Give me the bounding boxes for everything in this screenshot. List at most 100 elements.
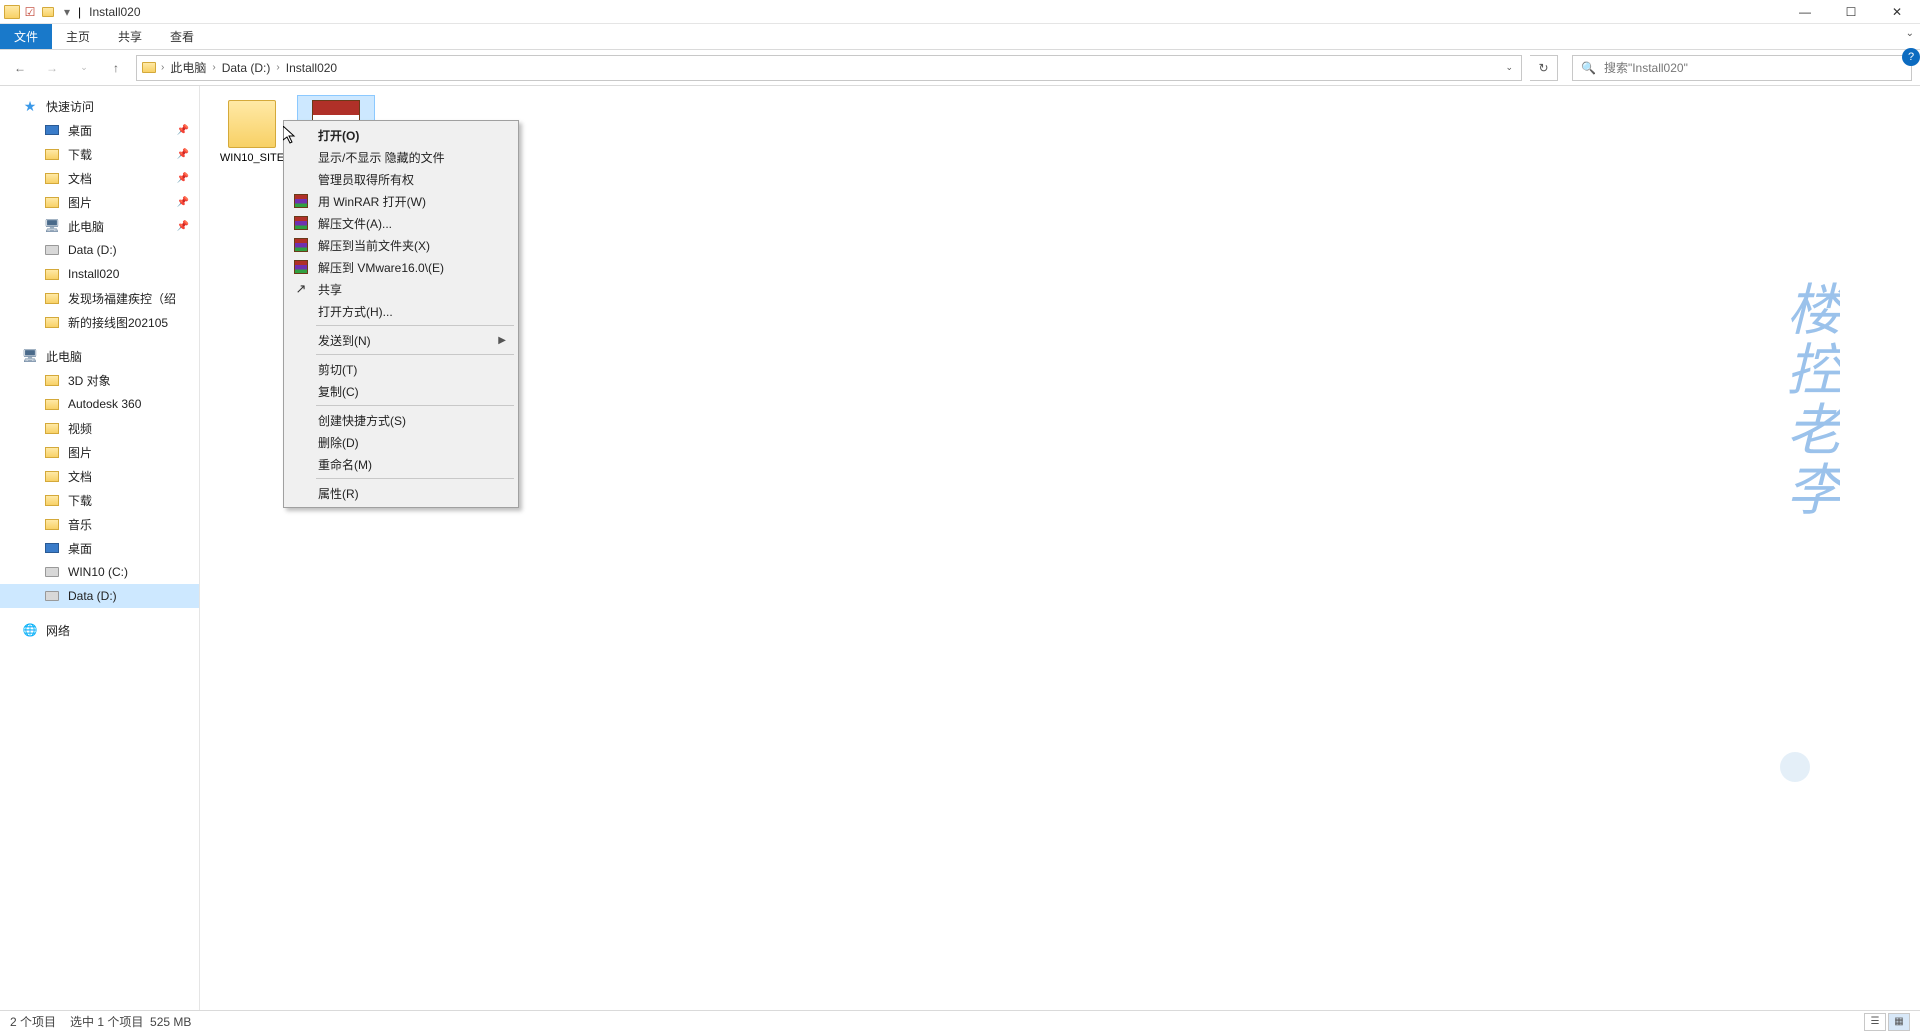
- search-input[interactable]: 🔍 搜索"Install020": [1572, 55, 1912, 81]
- menu-separator: [316, 354, 514, 355]
- tree-item-label: Install020: [68, 267, 119, 281]
- tree-item[interactable]: 图片: [0, 440, 199, 464]
- context-menu-item[interactable]: 剪切(T): [286, 358, 516, 380]
- pin-icon: 📌: [177, 173, 189, 184]
- context-menu-item[interactable]: 用 WinRAR 打开(W): [286, 190, 516, 212]
- crumb-this-pc[interactable]: 此电脑: [166, 59, 210, 76]
- tree-item[interactable]: Data (D:): [0, 238, 199, 262]
- tree-item[interactable]: 🖥 此电脑 📌: [0, 214, 199, 238]
- tree-item[interactable]: 音乐: [0, 512, 199, 536]
- search-placeholder: 搜索"Install020": [1604, 59, 1688, 76]
- minimize-button[interactable]: —: [1782, 0, 1828, 24]
- chevron-icon[interactable]: ›: [210, 62, 217, 73]
- tree-item[interactable]: 图片 📌: [0, 190, 199, 214]
- menu-item-label: 发送到(N): [318, 332, 371, 349]
- qat-dropdown-icon[interactable]: ▾: [58, 5, 76, 19]
- context-menu-item[interactable]: 打开方式(H)...: [286, 300, 516, 322]
- menu-item-label: 打开(O): [318, 127, 359, 144]
- crumb-folder[interactable]: Install020: [282, 61, 341, 75]
- ribbon-expand-icon[interactable]: ⌄: [1906, 28, 1914, 39]
- tree-item[interactable]: Autodesk 360: [0, 392, 199, 416]
- tree-item[interactable]: 下载: [0, 488, 199, 512]
- view-icons-button[interactable]: ▦: [1888, 1013, 1910, 1031]
- pin-icon: 📌: [177, 197, 189, 208]
- tree-item-icon: [44, 540, 60, 556]
- tree-item-icon: [44, 420, 60, 436]
- tree-item-label: 下载: [68, 146, 92, 163]
- context-menu-item[interactable]: 复制(C): [286, 380, 516, 402]
- tree-item[interactable]: 下载 📌: [0, 142, 199, 166]
- tree-item[interactable]: 发现场福建疾控（绍: [0, 286, 199, 310]
- address-bar[interactable]: › 此电脑 › Data (D:) › Install020 ⌄: [136, 55, 1522, 81]
- window-title: Install020: [85, 5, 140, 19]
- close-button[interactable]: ✕: [1874, 0, 1920, 24]
- crumb-drive[interactable]: Data (D:): [218, 61, 275, 75]
- view-details-button[interactable]: ☰: [1864, 1013, 1886, 1031]
- ribbon-tab-share[interactable]: 共享: [104, 24, 156, 49]
- tree-item-label: 发现场福建疾控（绍: [68, 290, 176, 307]
- context-menu-item[interactable]: 创建快捷方式(S): [286, 409, 516, 431]
- qat-app-icon[interactable]: [4, 4, 20, 20]
- chevron-icon[interactable]: ›: [274, 62, 281, 73]
- menu-item-label: 解压文件(A)...: [318, 215, 392, 232]
- tree-item-icon: [44, 242, 60, 258]
- tree-item-icon: [44, 122, 60, 138]
- tree-item-icon: [44, 396, 60, 412]
- tree-this-pc[interactable]: 🖥 此电脑: [0, 344, 199, 368]
- context-menu-item[interactable]: 管理员取得所有权: [286, 168, 516, 190]
- ribbon-tab-file[interactable]: 文件: [0, 24, 52, 49]
- chevron-icon[interactable]: ›: [159, 62, 166, 73]
- tree-item[interactable]: 新的接线图202105: [0, 310, 199, 334]
- refresh-button[interactable]: ↻: [1530, 55, 1558, 81]
- ribbon-tab-view[interactable]: 查看: [156, 24, 208, 49]
- tree-item-icon: [44, 564, 60, 580]
- nav-forward-button[interactable]: →: [40, 56, 64, 80]
- context-menu-item[interactable]: 删除(D): [286, 431, 516, 453]
- context-menu-item[interactable]: 重命名(M): [286, 453, 516, 475]
- context-menu-item[interactable]: 解压到当前文件夹(X): [286, 234, 516, 256]
- file-item[interactable]: WIN10_SITE: [214, 96, 290, 169]
- menu-item-label: 用 WinRAR 打开(W): [318, 193, 426, 210]
- help-badge-icon[interactable]: ?: [1902, 48, 1920, 66]
- menu-item-label: 复制(C): [318, 383, 359, 400]
- maximize-button[interactable]: ☐: [1828, 0, 1874, 24]
- nav-recent-dropdown[interactable]: ⌄: [72, 56, 96, 80]
- title-separator: |: [78, 5, 81, 19]
- nav-up-button[interactable]: ↑: [104, 56, 128, 80]
- context-menu-item[interactable]: 打开(O): [286, 124, 516, 146]
- nav-back-button[interactable]: ←: [8, 56, 32, 80]
- tree-item[interactable]: 3D 对象: [0, 368, 199, 392]
- tree-item-icon: [44, 290, 60, 306]
- tree-item-icon: [44, 372, 60, 388]
- context-menu-item[interactable]: 发送到(N) ▶: [286, 329, 516, 351]
- qat-new-folder-icon[interactable]: [40, 4, 56, 20]
- context-menu-item[interactable]: 解压文件(A)...: [286, 212, 516, 234]
- tree-item-icon: [44, 516, 60, 532]
- address-dropdown-icon[interactable]: ⌄: [1499, 62, 1519, 73]
- tree-item[interactable]: 视频: [0, 416, 199, 440]
- tree-item-label: 3D 对象: [68, 372, 111, 389]
- status-selected: 选中 1 个项目 525 MB: [70, 1013, 191, 1030]
- winrar-icon: [292, 193, 310, 209]
- ribbon-tab-home[interactable]: 主页: [52, 24, 104, 49]
- tree-item[interactable]: Data (D:): [0, 584, 199, 608]
- tree-item[interactable]: 文档 📌: [0, 166, 199, 190]
- pin-icon: 📌: [177, 149, 189, 160]
- tree-quick-access[interactable]: ★ 快速访问: [0, 94, 199, 118]
- context-menu-item[interactable]: 解压到 VMware16.0\(E): [286, 256, 516, 278]
- qat-properties-icon[interactable]: ☑: [22, 4, 38, 20]
- tree-item[interactable]: 桌面 📌: [0, 118, 199, 142]
- menu-separator: [316, 405, 514, 406]
- tree-item[interactable]: 桌面: [0, 536, 199, 560]
- tree-item[interactable]: WIN10 (C:): [0, 560, 199, 584]
- tree-item-label: 下载: [68, 492, 92, 509]
- tree-item[interactable]: Install020: [0, 262, 199, 286]
- tree-item[interactable]: 文档: [0, 464, 199, 488]
- context-menu-item[interactable]: 属性(R): [286, 482, 516, 504]
- share-icon: ↗: [292, 281, 310, 297]
- context-menu-item[interactable]: ↗共享: [286, 278, 516, 300]
- tree-network[interactable]: 🌐 网络: [0, 618, 199, 642]
- tree-item-label: 文档: [68, 468, 92, 485]
- context-menu-item[interactable]: 显示/不显示 隐藏的文件: [286, 146, 516, 168]
- tree-item-label: Data (D:): [68, 243, 117, 257]
